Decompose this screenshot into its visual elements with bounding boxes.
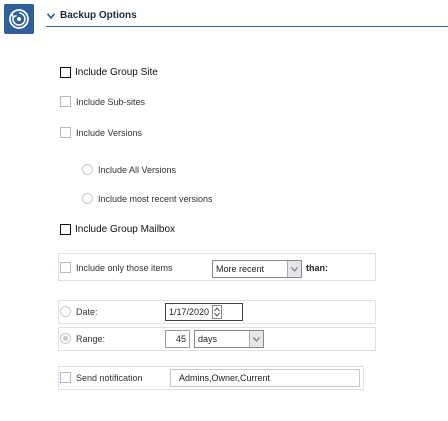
section-title: Backup Options xyxy=(60,10,137,21)
dropdown-arrow-icon[interactable] xyxy=(249,331,263,347)
include-all-versions-option[interactable]: Include All Versions xyxy=(82,164,176,175)
include-group-mailbox-checkbox[interactable] xyxy=(60,224,71,235)
include-group-site-checkbox[interactable] xyxy=(60,67,71,78)
filter-suffix-label: than: xyxy=(306,263,328,273)
include-most-recent-versions-radio[interactable] xyxy=(82,193,93,204)
notification-recipients-value: Admins,Owner,Current xyxy=(179,373,271,383)
range-value: 45 xyxy=(175,334,186,344)
include-sub-sites-checkbox[interactable] xyxy=(60,96,71,107)
include-most-recent-versions-label: Include most recent versions xyxy=(98,193,213,204)
range-unit-value: days xyxy=(198,334,218,344)
range-label: Range: xyxy=(76,333,106,344)
chevron-down-icon[interactable] xyxy=(46,11,56,21)
date-label: Date: xyxy=(76,306,98,317)
include-only-items-option[interactable]: Include only those items xyxy=(60,262,173,273)
include-versions-option[interactable]: Include Versions xyxy=(60,127,142,138)
date-option[interactable]: Date: xyxy=(60,306,98,317)
range-radio[interactable] xyxy=(60,333,71,344)
filter-mode-value: More recent xyxy=(216,264,265,274)
include-versions-checkbox[interactable] xyxy=(60,127,71,138)
header-divider xyxy=(46,26,448,27)
send-notification-option[interactable]: Send notification xyxy=(60,372,143,383)
include-group-mailbox-label: Include Group Mailbox xyxy=(75,224,176,235)
filter-mode-select[interactable]: More recent xyxy=(212,260,302,278)
include-sub-sites-label: Include Sub-sites xyxy=(76,96,146,107)
section-header[interactable]: Backup Options xyxy=(46,10,137,21)
include-sub-sites-option[interactable]: Include Sub-sites xyxy=(60,96,145,107)
send-notification-label: Send notification xyxy=(76,372,143,383)
include-only-items-checkbox[interactable] xyxy=(60,262,71,273)
include-group-mailbox-option[interactable]: Include Group Mailbox xyxy=(60,224,175,235)
range-value-field[interactable]: 45 xyxy=(165,330,190,348)
send-notification-checkbox[interactable] xyxy=(60,372,71,383)
notification-recipients-field[interactable]: Admins,Owner,Current xyxy=(170,369,360,387)
include-group-site-option[interactable]: Include Group Site xyxy=(60,67,158,78)
include-versions-label: Include Versions xyxy=(76,127,143,138)
dropdown-arrow-icon[interactable] xyxy=(287,261,301,277)
include-group-site-label: Include Group Site xyxy=(75,67,158,78)
date-spinner-icon[interactable] xyxy=(212,305,223,319)
include-all-versions-radio[interactable] xyxy=(82,164,93,175)
backup-logo-icon xyxy=(9,9,29,29)
backup-app-icon xyxy=(4,4,34,34)
range-option[interactable]: Range: xyxy=(60,333,105,344)
include-all-versions-label: Include All Versions xyxy=(98,164,177,175)
date-value: 1/17/2020 xyxy=(169,307,210,317)
date-field[interactable]: 1/17/2020 xyxy=(165,303,243,321)
include-most-recent-versions-option[interactable]: Include most recent versions xyxy=(82,193,213,204)
date-radio[interactable] xyxy=(60,306,71,317)
include-only-items-label: Include only those items xyxy=(76,262,173,273)
range-unit-select[interactable]: days xyxy=(194,330,264,348)
